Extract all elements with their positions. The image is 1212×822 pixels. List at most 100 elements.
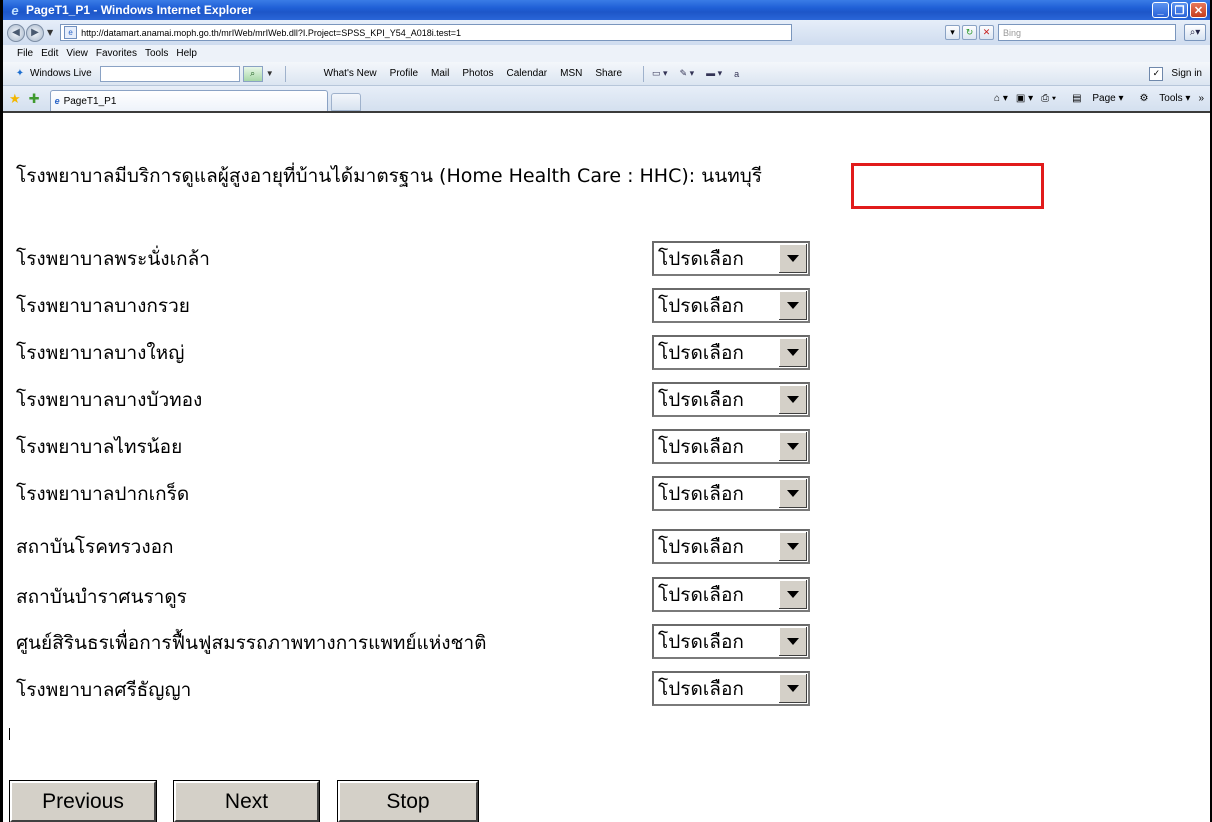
hospital-select[interactable]: โปรดเลือก	[652, 476, 810, 511]
add-favorites-icon[interactable]: ✚	[29, 91, 40, 107]
sign-in-area[interactable]: ✓ Sign in	[1149, 66, 1202, 81]
stop-icon[interactable]: ✕	[979, 25, 994, 40]
forward-button[interactable]: ▶	[26, 23, 44, 42]
window-controls: _ ❐ ✕	[1152, 2, 1207, 18]
menu-edit[interactable]: Edit	[41, 48, 58, 59]
search-placeholder: Bing	[1003, 27, 1022, 38]
live-link-calendar[interactable]: Calendar	[507, 68, 548, 79]
address-bar: ◀ ▶ ▼ e http://datamart.anamai.moph.go.t…	[3, 20, 1210, 45]
menu-favorites[interactable]: Favorites	[96, 48, 137, 59]
live-links: What's New Profile Mail Photos Calendar …	[324, 68, 635, 79]
window-title: PageT1_P1 - Windows Internet Explorer	[26, 3, 253, 17]
hospital-label: โรงพยาบาลบางกรวย	[16, 295, 190, 317]
close-button[interactable]: ✕	[1190, 2, 1207, 18]
select-value: โปรดเลือก	[658, 535, 744, 558]
dropdown-arrow-icon[interactable]	[778, 674, 807, 703]
select-value: โปรดเลือก	[658, 388, 744, 411]
dropdown-arrow-icon[interactable]	[778, 432, 807, 461]
live-link-share[interactable]: Share	[595, 68, 622, 79]
hospital-select[interactable]: โปรดเลือก	[652, 335, 810, 370]
hospital-label: โรงพยาบาลพระนั่งเกล้า	[16, 248, 210, 270]
live-search-input[interactable]	[99, 65, 240, 82]
window-titlebar: e PageT1_P1 - Windows Internet Explorer …	[3, 0, 1210, 20]
next-button[interactable]: Next	[174, 781, 319, 822]
photo-icon[interactable]: ✎ ▾	[680, 68, 695, 79]
url-dropdown-icon[interactable]: ▾	[945, 25, 960, 40]
messenger-icon[interactable]: ▬ ▾	[706, 68, 722, 79]
select-value: โปรดเลือก	[658, 677, 744, 700]
page-menu[interactable]: ▤ Page ▾	[1064, 93, 1123, 104]
menu-tools[interactable]: Tools	[145, 48, 168, 59]
sign-in-icon: ✓	[1149, 66, 1164, 81]
dropdown-arrow-icon[interactable]	[778, 244, 807, 273]
feeds-icon[interactable]: ▣ ▾	[1016, 93, 1033, 104]
menu-view[interactable]: View	[66, 48, 88, 59]
tools-gear-icon: ⚙	[1139, 93, 1152, 104]
select-value: โปรดเลือก	[658, 482, 744, 505]
live-link-msn[interactable]: MSN	[560, 68, 582, 79]
stop-button[interactable]: Stop	[338, 781, 478, 822]
live-search-dropdown-icon[interactable]: ▼	[266, 69, 274, 78]
menu-help[interactable]: Help	[176, 48, 197, 59]
dropdown-arrow-icon[interactable]	[778, 532, 807, 561]
dropdown-arrow-icon[interactable]	[778, 338, 807, 367]
favorites-star-icon[interactable]: ★	[9, 91, 21, 107]
url-field[interactable]: e http://datamart.anamai.moph.go.th/mrIW…	[60, 24, 793, 41]
select-value: โปรดเลือก	[658, 583, 744, 606]
menu-file[interactable]: File	[17, 48, 33, 59]
tab-label: PageT1_P1	[63, 95, 117, 107]
tools-menu-label: Tools	[1159, 93, 1183, 104]
hospital-select[interactable]: โปรดเลือก	[652, 429, 810, 464]
search-input[interactable]: Bing	[998, 24, 1176, 41]
hospital-select[interactable]: โปรดเลือก	[652, 671, 810, 706]
previous-button[interactable]: Previous	[10, 781, 156, 822]
ie-logo-icon: e	[11, 2, 19, 18]
minimize-button[interactable]: _	[1152, 2, 1169, 18]
windows-live-logo-icon: ✦	[15, 68, 25, 79]
search-icon[interactable]: ⌕▾	[1184, 24, 1206, 41]
page-icon: e	[64, 26, 78, 39]
refresh-icon[interactable]: ↻	[962, 25, 977, 40]
tab-pageT1-P1[interactable]: e PageT1_P1	[49, 90, 328, 111]
command-bar: ⌂ ▾ ▣ ▾ ⎙ ▾ ▤ Page ▾ ⚙ Tools ▾ »	[986, 93, 1204, 104]
menu-bar: File Edit View Favorites Tools Help	[3, 45, 1210, 62]
toolbar-divider	[643, 65, 645, 82]
hospital-select[interactable]: โปรดเลือก	[652, 382, 810, 417]
hospital-select[interactable]: โปรดเลือก	[652, 288, 810, 323]
back-button[interactable]: ◀	[7, 23, 25, 42]
hospital-label: โรงพยาบาลบางใหญ่	[16, 342, 185, 364]
live-link-profile[interactable]: Profile	[390, 68, 418, 79]
live-link-whats-new[interactable]: What's New	[324, 68, 377, 79]
sign-in-label[interactable]: Sign in	[1171, 68, 1202, 79]
hospital-label: โรงพยาบาลศรีธัญญา	[16, 679, 192, 701]
hospital-label: โรงพยาบาลไทรน้อย	[16, 436, 183, 458]
tools-menu[interactable]: ⚙ Tools ▾	[1132, 93, 1191, 104]
translate-icon[interactable]: a	[734, 69, 739, 79]
select-value: โปรดเลือก	[658, 630, 744, 653]
hospital-select[interactable]: โปรดเลือก	[652, 529, 810, 564]
dropdown-arrow-icon[interactable]	[778, 291, 807, 320]
print-icon[interactable]: ⎙ ▾	[1041, 93, 1056, 104]
live-search-button[interactable]: ⌕	[242, 65, 263, 82]
new-tab-button[interactable]	[330, 93, 361, 111]
windows-live-label[interactable]: Windows Live	[30, 68, 92, 79]
url-text: http://datamart.anamai.moph.go.th/mrIWeb…	[81, 27, 462, 38]
text-cursor	[9, 728, 10, 740]
history-dropdown-icon[interactable]: ▼	[47, 28, 53, 37]
live-link-mail[interactable]: Mail	[431, 68, 449, 79]
hospital-select[interactable]: โปรดเลือก	[652, 577, 810, 612]
chevron-more-icon[interactable]: »	[1198, 93, 1204, 104]
hospital-label: ศูนย์สิรินธรเพื่อการฟื้นฟูสมรรถภาพทางการ…	[16, 632, 487, 654]
hospital-select[interactable]: โปรดเลือก	[652, 241, 810, 276]
live-link-photos[interactable]: Photos	[462, 68, 493, 79]
dropdown-arrow-icon[interactable]	[778, 479, 807, 508]
maximize-button[interactable]: ❐	[1171, 2, 1188, 18]
hospital-select[interactable]: โปรดเลือก	[652, 624, 810, 659]
dropdown-arrow-icon[interactable]	[778, 627, 807, 656]
hospital-label: โรงพยาบาลปากเกร็ด	[16, 483, 190, 505]
select-value: โปรดเลือก	[658, 341, 744, 364]
dropdown-arrow-icon[interactable]	[778, 385, 807, 414]
home-icon[interactable]: ⌂ ▾	[994, 93, 1008, 104]
dropdown-arrow-icon[interactable]	[778, 580, 807, 609]
calendar-icon[interactable]: ▭ ▾	[652, 68, 668, 79]
